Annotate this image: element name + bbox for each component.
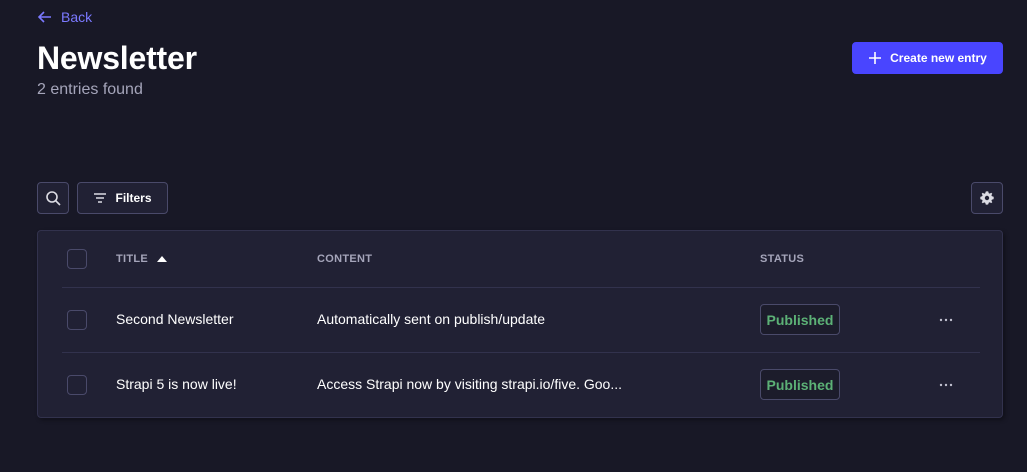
table-settings-button[interactable] [971,182,1003,214]
column-header-title-label: TITLE [116,253,149,265]
column-header-status: STATUS [760,253,805,265]
row-checkbox[interactable] [67,310,87,330]
row-title: Second Newsletter [116,311,234,327]
plus-icon [869,52,882,64]
more-dots-icon [939,383,953,387]
gear-icon [980,191,994,205]
row-actions-button[interactable] [932,308,960,332]
entries-count: 2 entries found [37,81,143,98]
arrow-left-icon [37,11,51,23]
status-badge: Published [760,369,840,400]
search-button[interactable] [37,182,69,214]
column-header-content: CONTENT [317,253,373,265]
search-icon [46,191,61,206]
table-row[interactable]: Second Newsletter Automatically sent on … [62,288,980,353]
row-content: Access Strapi now by visiting strapi.io/… [317,376,623,392]
select-all-checkbox[interactable] [67,249,87,269]
column-header-title[interactable]: TITLE [116,253,168,265]
row-content: Automatically sent on publish/update [317,311,546,327]
row-title: Strapi 5 is now live! [116,376,237,392]
filters-button[interactable]: Filters [77,182,168,214]
page-title: Newsletter [37,40,197,76]
content-manager-list-view: Back Newsletter 2 entries found Create n… [0,0,1027,472]
row-checkbox[interactable] [67,375,87,395]
filter-icon [94,193,107,203]
back-link[interactable]: Back [37,9,92,25]
back-label: Back [61,9,93,25]
entries-table: TITLE CONTENT STATUS Second Newsletter A… [37,230,1003,418]
sort-ascending-icon [157,256,168,262]
status-badge: Published [760,304,840,335]
table-row[interactable]: Strapi 5 is now live! Access Strapi now … [62,353,980,418]
create-new-entry-label: Create new entry [890,51,987,65]
create-new-entry-button[interactable]: Create new entry [852,42,1003,74]
more-dots-icon [939,318,953,322]
filters-label: Filters [115,191,152,205]
row-actions-button[interactable] [932,373,960,397]
table-header-row: TITLE CONTENT STATUS [62,231,980,288]
